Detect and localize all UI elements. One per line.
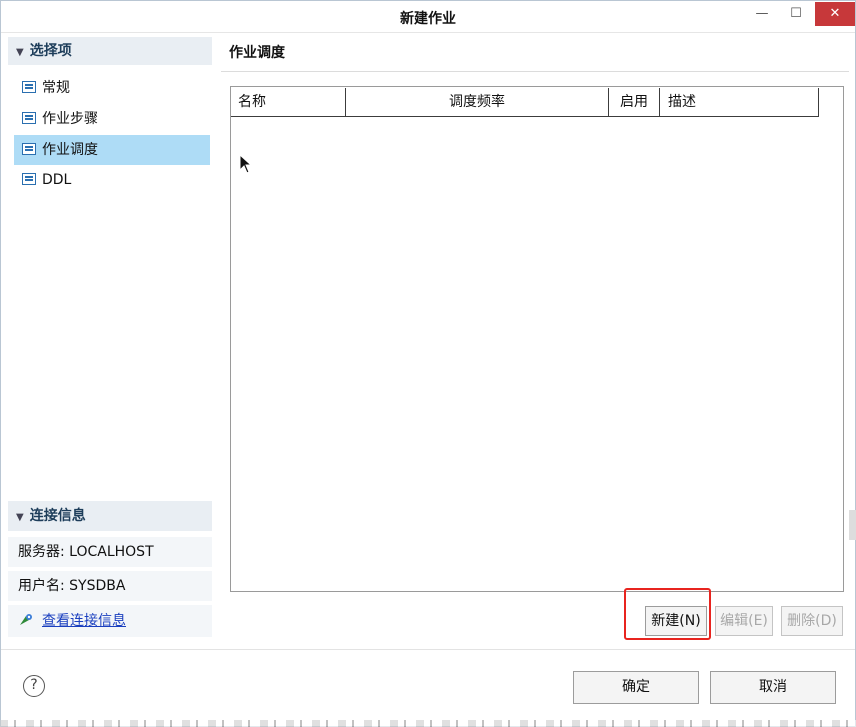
nav-item-label: 常规 — [42, 80, 70, 96]
minimize-button[interactable]: — — [749, 1, 775, 27]
column-header-name[interactable]: 名称 — [238, 87, 266, 117]
nav-item-job-steps[interactable]: 作业步骤 — [14, 104, 210, 134]
column-divider[interactable] — [818, 88, 819, 116]
left-nav: ▼ 选择项 常规 作业步骤 作业调度 DDL ▼ 连接信息 服务器: LOCALHO… — [8, 37, 212, 642]
nav-item-ddl[interactable]: DDL — [14, 165, 210, 195]
page-icon — [22, 81, 36, 93]
nav-item-label: DDL — [42, 172, 72, 188]
cancel-button[interactable]: 取消 — [710, 671, 836, 704]
close-button[interactable]: ✕ — [815, 2, 855, 26]
nav-item-general[interactable]: 常规 — [14, 73, 210, 103]
window-title: 新建作业 — [400, 11, 456, 27]
edit-button[interactable]: 编辑(E) — [715, 606, 773, 636]
nav-item-job-schedule[interactable]: 作业调度 — [14, 135, 210, 165]
column-header-enabled[interactable]: 启用 — [620, 87, 648, 117]
help-icon[interactable]: ? — [23, 675, 45, 697]
maximize-button[interactable]: ☐ — [783, 1, 809, 27]
collapse-triangle-icon: ▼ — [16, 512, 24, 523]
title-divider — [221, 71, 849, 72]
connection-header-label: 连接信息 — [29, 508, 86, 524]
new-job-dialog: 新建作业 — ☐ ✕ ▼ 选择项 常规 作业步骤 作业调度 DDL ▼ 连接信息 服… — [0, 0, 856, 727]
nav-item-label: 作业步骤 — [42, 111, 98, 127]
nav-header[interactable]: ▼ 选择项 — [8, 37, 212, 65]
connection-icon — [18, 607, 34, 625]
mouse-pointer-icon — [239, 154, 253, 174]
page-title: 作业调度 — [229, 45, 285, 61]
connection-info-header[interactable]: ▼ 连接信息 — [8, 501, 212, 531]
collapse-triangle-icon: ▼ — [16, 47, 24, 58]
server-info: 服务器: LOCALHOST — [8, 537, 212, 567]
background-window-edge — [849, 510, 856, 540]
nav-header-label: 选择项 — [29, 43, 72, 59]
column-header-description[interactable]: 描述 — [668, 87, 696, 117]
user-info: 用户名: SYSDBA — [8, 571, 212, 601]
page-icon — [22, 143, 36, 155]
table-header: 名称 调度频率 启用 描述 — [231, 87, 819, 117]
page-icon — [22, 112, 36, 124]
view-connection-link[interactable]: 查看连接信息 — [42, 613, 126, 629]
delete-button[interactable]: 删除(D) — [781, 606, 843, 636]
background-window-strip — [0, 720, 856, 727]
page-icon — [22, 173, 36, 185]
column-divider[interactable] — [659, 88, 660, 116]
ok-button[interactable]: 确定 — [573, 671, 699, 704]
schedule-table[interactable]: 名称 调度频率 启用 描述 — [230, 86, 844, 592]
nav-item-label: 作业调度 — [42, 142, 98, 158]
column-header-frequency[interactable]: 调度频率 — [346, 87, 608, 117]
highlight-annotation — [624, 588, 711, 640]
view-connection-info[interactable]: 查看连接信息 — [8, 605, 212, 637]
column-divider[interactable] — [608, 88, 609, 116]
title-bar: 新建作业 — ☐ ✕ — [1, 1, 855, 33]
footer-divider — [1, 649, 855, 650]
